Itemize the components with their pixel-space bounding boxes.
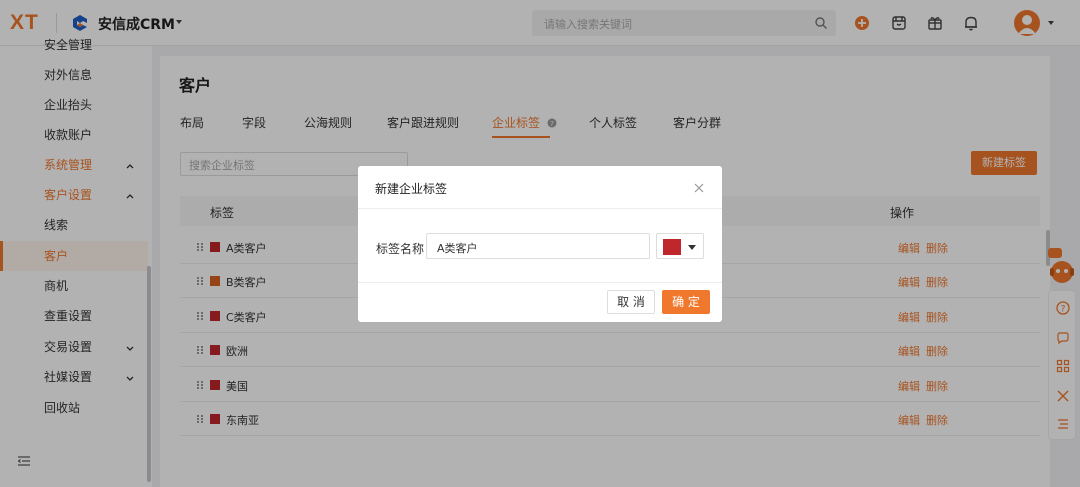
- divider: [358, 208, 722, 209]
- cancel-button[interactable]: 取 消: [607, 290, 655, 314]
- tag-color-picker[interactable]: [656, 233, 704, 259]
- tag-name-label: 标签名称: [376, 242, 425, 256]
- selected-color-swatch: [663, 239, 681, 255]
- confirm-button[interactable]: 确 定: [662, 290, 710, 314]
- new-tag-dialog: 新建企业标签 标签名称 A类客户 取 消 确 定: [358, 166, 722, 322]
- tag-name-input[interactable]: A类客户: [426, 233, 650, 259]
- caret-down-icon: [688, 245, 696, 250]
- close-icon[interactable]: [694, 183, 704, 193]
- divider: [358, 282, 722, 283]
- tag-name-value: A类客户: [437, 242, 478, 255]
- dialog-title: 新建企业标签: [375, 182, 448, 196]
